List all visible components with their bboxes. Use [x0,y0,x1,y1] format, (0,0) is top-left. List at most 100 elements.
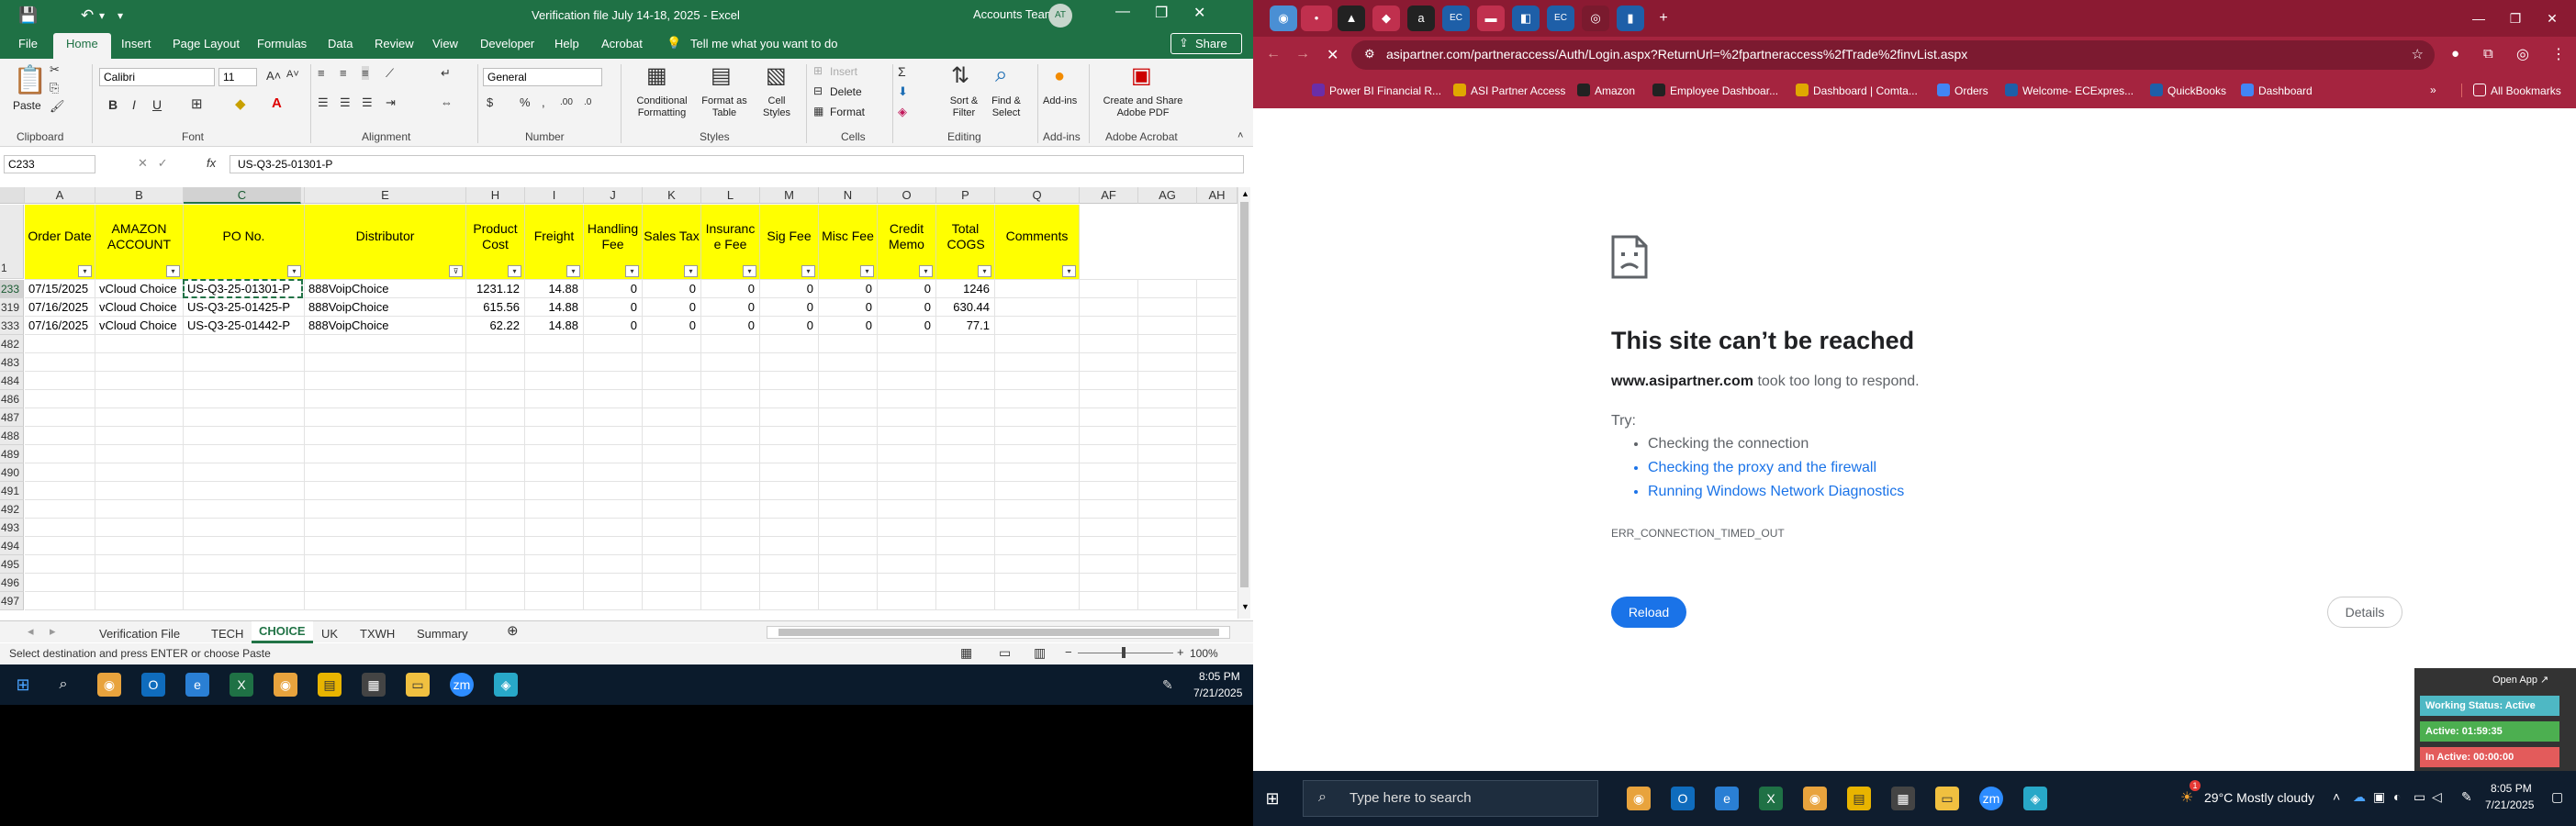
new-tab-icon[interactable]: + [1650,6,1677,31]
scroll-thumb[interactable] [778,629,1219,636]
find-select-button[interactable]: Find & Select [986,95,1026,119]
filter-dropdown-icon[interactable]: ▾ [78,265,92,277]
cell-sales-tax[interactable]: 0 [643,298,696,317]
menu-icon[interactable]: ⋮ [2551,45,2566,63]
cell-sales-tax[interactable]: 0 [643,317,696,335]
restore-icon[interactable]: ❐ [1155,4,1168,22]
header-cell[interactable]: Product Cost ▾ [466,205,525,279]
row-header[interactable]: 484 [0,372,24,390]
format-cells-button[interactable]: Format [830,106,865,118]
tab-insert[interactable]: Insert [121,37,151,50]
excel-icon[interactable]: X [230,673,253,697]
suggestion-link[interactable]: Checking the proxy and the firewall [1648,460,1904,484]
row-header[interactable]: 1 [0,205,24,279]
cell-freight[interactable]: 14.88 [525,298,578,317]
avatar[interactable]: AT [1048,4,1072,28]
column-header[interactable]: B [95,187,184,204]
browser-tab[interactable]: ▲ [1338,6,1365,31]
cell-insurance-fee[interactable]: 0 [701,280,755,298]
column-header[interactable]: C [184,187,301,204]
weather-text[interactable]: 29°C Mostly cloudy [2204,790,2314,805]
number-format-select[interactable]: General [483,68,602,86]
column-header[interactable]: H [466,187,525,204]
filter-dropdown-icon[interactable]: ▾ [978,265,991,277]
tab-home[interactable]: Home [53,33,111,59]
cell-credit-memo[interactable]: 0 [878,317,931,335]
find-select-icon[interactable]: ⌕ [995,62,1007,88]
row-header[interactable]: 492 [0,500,24,519]
filter-dropdown-icon[interactable]: ▾ [508,265,521,277]
column-header[interactable]: A [25,187,95,204]
cell-credit-memo[interactable]: 0 [878,298,931,317]
column-header[interactable]: AH [1197,187,1238,204]
customize-qat-icon[interactable]: ▾ [118,9,123,22]
app-icon[interactable]: ◈ [494,673,518,697]
cell-freight[interactable]: 14.88 [525,280,578,298]
bookmark-item[interactable]: Power BI Financial R... [1312,84,1441,97]
name-box[interactable]: C233 [4,155,95,173]
minimize-icon[interactable]: — [2465,6,2492,31]
cell-product-cost[interactable]: 62.22 [466,317,520,335]
extensions-icon[interactable]: ⧉ [2483,46,2493,61]
cell-misc-fee[interactable]: 0 [819,280,872,298]
header-cell[interactable]: Comments ▾ [995,205,1080,279]
address-bar[interactable]: ⚙ asipartner.com/partneraccess/Auth/Logi… [1351,40,2435,70]
bold-icon[interactable]: B [108,97,118,112]
volume-icon[interactable]: ◁ [2432,789,2442,805]
chrome-icon[interactable]: ◉ [1627,787,1651,810]
cut-icon[interactable]: ✂ [50,62,60,77]
edge-icon[interactable]: e [185,673,209,697]
calculator-icon[interactable]: ▦ [1891,787,1915,810]
align-center-icon[interactable]: ☰ [340,95,351,110]
percent-icon[interactable]: % [520,95,531,109]
amazon-tab-icon[interactable]: a [1407,6,1435,31]
scroll-tabs-right-icon[interactable]: ▸ [50,624,56,639]
bookmark-item[interactable]: QuickBooks [2150,84,2226,97]
horizontal-scrollbar[interactable] [767,626,1230,639]
browser-tab[interactable]: ◎ [1582,6,1609,31]
zoom-level[interactable]: 100% [1190,647,1218,660]
tab-data[interactable]: Data [328,37,353,50]
bookmark-item[interactable]: Amazon [1577,84,1635,97]
cell-amazon-account[interactable]: vCloud Choice [99,298,182,317]
clock-date[interactable]: 7/21/2025 [2485,798,2534,811]
cell-amazon-account[interactable]: vCloud Choice [99,317,182,335]
column-header[interactable]: E [305,187,466,204]
outlook-icon[interactable]: O [1671,787,1695,810]
align-top-icon[interactable]: ≡ [318,66,325,80]
cell-distributor[interactable]: 888VoipChoice [308,280,465,298]
cell-po-number[interactable]: US-Q3-25-01425-P [187,298,303,317]
browser-tab[interactable]: ◉ [1270,6,1297,31]
underline-icon[interactable]: U [152,97,162,112]
zoom-tray-icon[interactable]: ◐ [2393,789,2401,804]
header-cell[interactable]: Order Date ▾ [25,205,95,279]
undo-dropdown-icon[interactable]: ▾ [99,9,105,22]
page-break-view-icon[interactable]: ▥ [1034,645,1046,661]
cell-handling-fee[interactable]: 0 [584,280,637,298]
font-name-select[interactable]: Calibri [99,68,215,86]
bookmark-item[interactable]: Dashboard | Comta... [1796,84,1918,97]
cell-product-cost[interactable]: 1231.12 [466,280,520,298]
decrease-decimal-icon[interactable]: .0 [584,97,591,107]
column-header[interactable]: P [936,187,995,204]
zoom-icon[interactable]: zm [1979,787,2003,810]
app-icon[interactable]: ◈ [2023,787,2047,810]
column-header[interactable]: Q [995,187,1080,204]
clear-icon[interactable]: ◈ [898,105,907,119]
comma-icon[interactable]: , [542,95,545,109]
taskbar-search[interactable]: ⌕ Type here to search [1303,780,1598,817]
cell-order-date[interactable]: 07/16/2025 [28,317,94,335]
row-header[interactable]: 319 [0,298,24,317]
tab-help[interactable]: Help [554,37,579,50]
filter-dropdown-icon[interactable]: ▾ [684,265,698,277]
scroll-thumb[interactable] [1240,202,1249,587]
tab-review[interactable]: Review [375,37,414,50]
filter-dropdown-icon[interactable]: ▾ [743,265,756,277]
filter-dropdown-icon[interactable]: ▾ [287,265,301,277]
clock-date[interactable]: 7/21/2025 [1193,686,1242,699]
bookmark-item[interactable]: Dashboard [2241,84,2313,97]
cell-handling-fee[interactable]: 0 [584,298,637,317]
filter-dropdown-icon[interactable]: ▾ [919,265,933,277]
browser-tab[interactable]: ▬ [1477,6,1505,31]
paste-button[interactable]: Paste [13,99,41,112]
